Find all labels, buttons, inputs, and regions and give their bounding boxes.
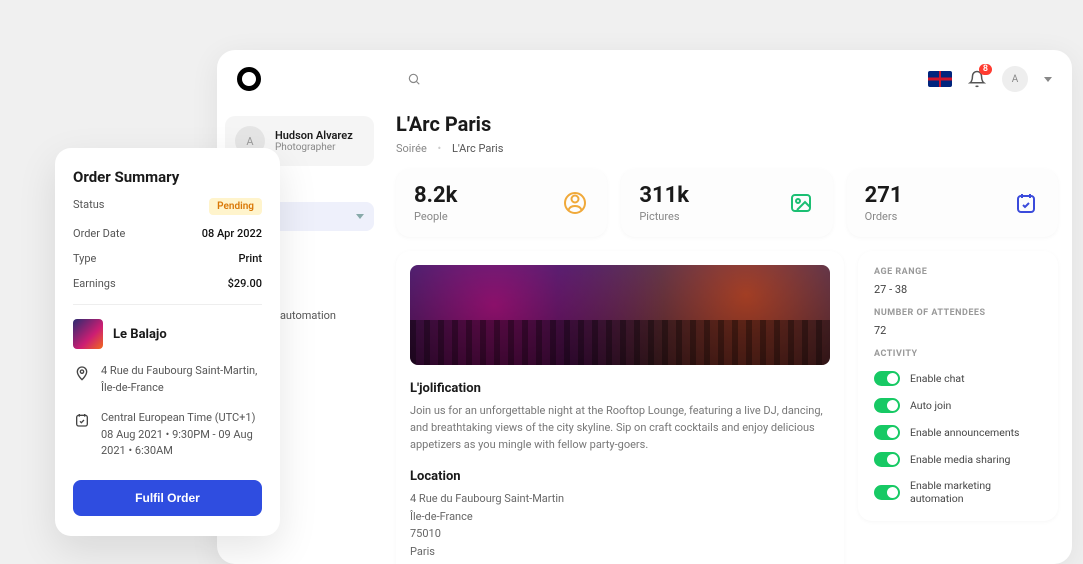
kv-label: Order Date [73, 227, 125, 240]
stat-label: Orders [865, 210, 903, 223]
info-text: 4 Rue du Faubourg Saint-Martin, Île-de-F… [101, 363, 262, 396]
meta-value-age: 27 - 38 [874, 283, 1042, 296]
people-icon [561, 189, 589, 217]
address-line: Île-de-France [410, 508, 830, 526]
stat-value: 8.2k [414, 183, 457, 208]
calendar-icon [73, 410, 91, 460]
kv-order-date: Order Date 08 Apr 2022 [73, 227, 262, 240]
tz-line: Central European Time (UTC+1) [101, 410, 262, 427]
kv-status: Status Pending [73, 198, 262, 215]
kv-label: Type [73, 252, 96, 265]
event-address: 4 Rue du Faubourg Saint-Martin Île-de-Fr… [410, 490, 830, 560]
venue-row[interactable]: Le Balajo [73, 319, 262, 349]
toggle-label: Auto join [910, 399, 951, 412]
toggle-enable-chat[interactable]: Enable chat [874, 371, 1042, 386]
order-summary-card: Order Summary Status Pending Order Date … [55, 148, 280, 536]
address-line: 75010 [410, 525, 830, 543]
toggle-enable-media[interactable]: Enable media sharing [874, 452, 1042, 467]
search-icon[interactable] [407, 72, 421, 86]
chevron-down-icon [356, 214, 364, 219]
toggle-enable-marketing[interactable]: Enable marketing automation [874, 479, 1042, 505]
venue-thumbnail [73, 319, 103, 349]
toggle-switch [874, 425, 900, 440]
kv-label: Status [73, 198, 104, 215]
topbar: 8 A [217, 50, 1072, 108]
breadcrumb: Soirée • L'Arc Paris [396, 142, 1058, 155]
stat-label: People [414, 210, 457, 223]
info-datetime: Central European Time (UTC+1) 08 Aug 202… [73, 410, 262, 460]
meta-label-attendees: Number of Attendees [874, 308, 1042, 318]
user-name: Hudson Alvarez [275, 129, 353, 142]
meta-label-activity: Activity [874, 349, 1042, 359]
event-hero-image [410, 265, 830, 365]
kv-label: Earnings [73, 277, 116, 290]
toggle-switch [874, 452, 900, 467]
fulfil-order-button[interactable]: Fulfil Order [73, 480, 262, 516]
card-title: Order Summary [73, 168, 262, 186]
stats-row: 8.2k People 311k Pictures [396, 169, 1058, 237]
detail-card: L'jolification Join us for an unforgetta… [396, 251, 844, 564]
notifications-button[interactable]: 8 [968, 70, 986, 88]
side-info-card: Age Range 27 - 38 Number of Attendees 72… [858, 251, 1058, 521]
kv-value: Print [239, 252, 263, 265]
stat-label: Pictures [639, 210, 689, 223]
kv-earnings: Earnings $29.00 [73, 277, 262, 290]
kv-value: $29.00 [228, 277, 262, 290]
stat-card-people[interactable]: 8.2k People [396, 169, 607, 237]
meta-value-attendees: 72 [874, 324, 1042, 337]
kv-type: Type Print [73, 252, 262, 265]
toggle-switch [874, 371, 900, 386]
content-row: L'jolification Join us for an unforgetta… [396, 251, 1058, 564]
toggle-switch [874, 398, 900, 413]
toggle-label: Enable marketing automation [910, 479, 1042, 505]
app-window: 8 A A Hudson Alvarez Photographer rées i… [217, 50, 1072, 564]
chevron-down-icon[interactable] [1044, 77, 1052, 82]
info-address: 4 Rue du Faubourg Saint-Martin, Île-de-F… [73, 363, 262, 396]
toggle-auto-join[interactable]: Auto join [874, 398, 1042, 413]
address-line: 4 Rue du Faubourg Saint-Martin [410, 490, 830, 508]
toggle-switch [874, 485, 900, 500]
page-title: L'Arc Paris [396, 112, 1058, 136]
address-line: Paris [410, 543, 830, 561]
toggle-label: Enable media sharing [910, 453, 1010, 466]
notification-count: 8 [979, 64, 992, 75]
app-logo[interactable] [237, 67, 261, 91]
info-text: Central European Time (UTC+1) 08 Aug 202… [101, 410, 262, 460]
language-flag-uk[interactable] [928, 71, 952, 87]
breadcrumb-separator: • [438, 142, 442, 155]
breadcrumb-current: L'Arc Paris [452, 142, 503, 155]
main-content: L'Arc Paris Soirée • L'Arc Paris 8.2k Pe… [382, 108, 1072, 564]
stat-value: 271 [865, 183, 903, 208]
stat-card-pictures[interactable]: 311k Pictures [621, 169, 832, 237]
pictures-icon [787, 189, 815, 217]
user-role: Photographer [275, 142, 353, 153]
section-heading-location: Location [410, 469, 830, 484]
kv-value: 08 Apr 2022 [202, 227, 262, 240]
divider [73, 304, 262, 305]
section-heading: L'jolification [410, 381, 830, 396]
toggle-enable-announcements[interactable]: Enable announcements [874, 425, 1042, 440]
event-description: Join us for an unforgettable night at th… [410, 402, 830, 453]
status-badge: Pending [209, 198, 262, 215]
toggle-label: Enable chat [910, 372, 965, 385]
stat-card-orders[interactable]: 271 Orders [847, 169, 1058, 237]
user-avatar[interactable]: A [1002, 66, 1028, 92]
app-body: A Hudson Alvarez Photographer rées ictur… [217, 108, 1072, 564]
search-area [277, 72, 912, 86]
pin-icon [73, 363, 91, 396]
toggle-label: Enable announcements [910, 426, 1019, 439]
breadcrumb-root[interactable]: Soirée [396, 142, 427, 155]
venue-name: Le Balajo [113, 327, 167, 342]
orders-icon [1012, 189, 1040, 217]
meta-label-age: Age Range [874, 267, 1042, 277]
tz-line: 08 Aug 2021 • 9:30PM - 09 Aug 2021 • 6:3… [101, 427, 262, 460]
stat-value: 311k [639, 183, 689, 208]
